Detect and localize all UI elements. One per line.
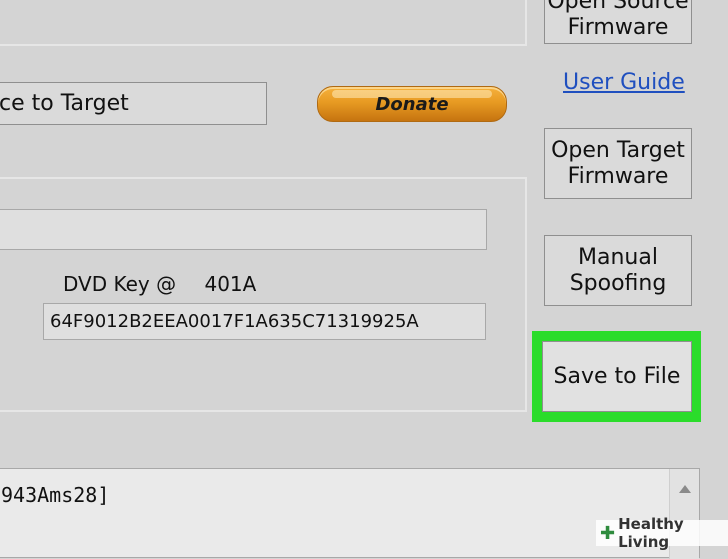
user-guide-link[interactable]: User Guide <box>563 70 685 95</box>
dvd-key-field[interactable]: 64F9012B2EEA0017F1A635C71319925A <box>43 303 486 340</box>
donate-label: Donate <box>375 93 449 115</box>
middle-panel-right-edge <box>525 177 527 412</box>
open-source-firmware-label-line2: Firmware <box>567 15 669 40</box>
open-target-firmware-label-line2: Firmware <box>567 163 669 189</box>
manual-spoofing-label-line1: Manual <box>578 244 658 270</box>
log-textarea[interactable]: 943Ams28] <box>0 468 700 559</box>
dvd-key-value: 64F9012B2EEA0017F1A635C71319925A <box>50 311 419 332</box>
top-panel-divider <box>0 44 527 46</box>
open-target-firmware-button[interactable]: Open Target Firmware <box>544 128 692 199</box>
path-field[interactable] <box>0 209 487 250</box>
save-to-file-button[interactable]: Save to File <box>542 341 692 412</box>
open-source-firmware-label-line1: Open Source <box>547 0 689 14</box>
middle-panel-bottom <box>0 410 527 412</box>
manual-spoofing-button[interactable]: Manual Spoofing <box>544 235 692 306</box>
dvd-key-label-text: DVD Key @ <box>63 272 177 296</box>
watermark: ✚ Healthy Living <box>596 515 728 551</box>
middle-panel-top <box>0 177 527 179</box>
dvd-key-label: DVD Key @ 401A <box>63 272 256 296</box>
manual-spoofing-label-line2: Spoofing <box>569 270 667 296</box>
scroll-up-arrow-icon[interactable] <box>679 485 691 493</box>
save-to-file-label: Save to File <box>553 363 681 389</box>
top-panel-right-edge <box>525 0 527 46</box>
dvd-key-address: 401A <box>204 272 257 296</box>
watermark-plus-icon: ✚ <box>600 522 616 544</box>
open-source-firmware-button[interactable]: Open Source Firmware <box>544 0 692 44</box>
donate-button[interactable]: Donate <box>317 86 507 122</box>
device-to-target-button[interactable]: ce to Target <box>0 82 267 125</box>
open-target-firmware-label-line1: Open Target <box>551 137 685 163</box>
device-to-target-label: ce to Target <box>0 90 129 116</box>
log-text: 943Ams28] <box>1 483 110 507</box>
